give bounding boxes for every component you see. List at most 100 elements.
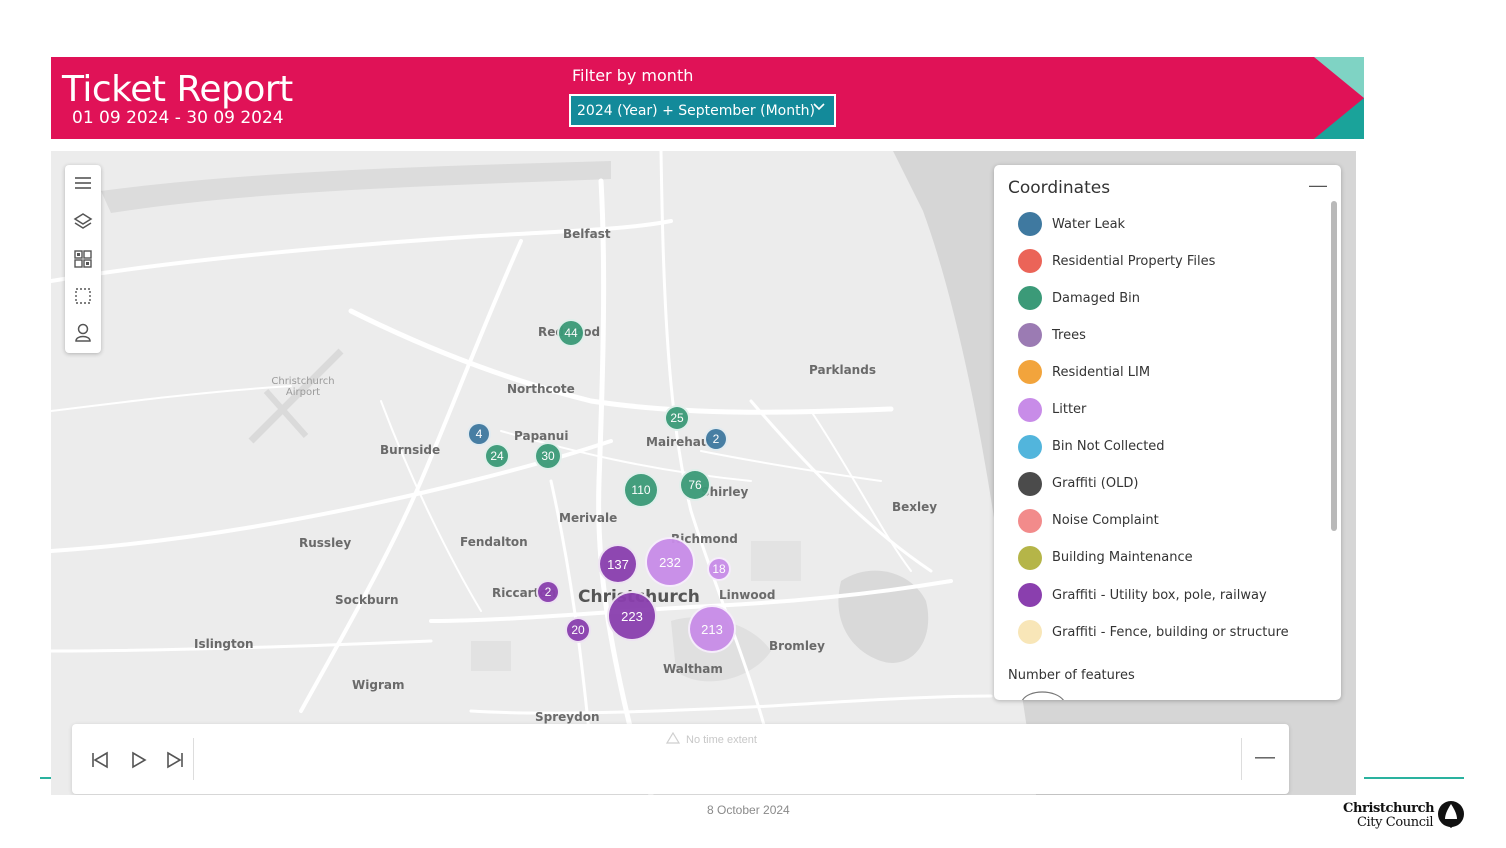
footer-rule-right [1364,777,1464,779]
minimize-icon[interactable]: — [1255,746,1275,769]
report-header-banner: Ticket Report 01 09 2024 - 30 09 2024 Fi… [51,57,1364,139]
month-filter-dropdown[interactable]: 2024 (Year) + September (Month) [569,94,836,127]
legend-panel: Coordinates — Water Leak Residential Prop… [994,165,1341,700]
select-rectangle-icon[interactable] [71,284,95,308]
time-extent-status: No time extent [665,731,757,747]
place-label: Burnside [380,443,441,457]
place-label: Islington [194,637,254,651]
place-label: Merivale [559,511,618,525]
place-label: Russley [299,536,352,550]
legend-item: Building Maintenance [1018,545,1193,571]
minimize-icon[interactable]: — [1309,175,1327,196]
cluster-marker[interactable]: 25 [664,405,690,431]
place-label: Parklands [809,363,876,377]
cluster-marker[interactable]: 110 [623,472,659,508]
banner-accent-dark [1314,98,1364,139]
play-icon[interactable] [124,746,152,774]
filter-label: Filter by month [572,66,694,85]
legend-item: Graffiti - Utility box, pole, railway [1018,582,1267,608]
legend-item: Litter [1018,397,1086,423]
legend-item: Damaged Bin [1018,285,1140,311]
legend-label: Noise Complaint [1052,513,1159,529]
council-logo: Christchurch City Council [1343,800,1468,834]
footer-rule-left [40,777,51,779]
divider [1241,738,1242,780]
time-slider: No time extent — [72,724,1289,794]
cluster-marker[interactable]: 24 [484,443,510,469]
divider [193,738,194,780]
council-emblem-icon [1438,801,1464,828]
map-toolbar [65,165,101,353]
place-label: Waltham [663,662,723,676]
place-label: Mairehau [646,435,710,449]
place-label: Spreydon [535,710,600,724]
legend-item: Graffiti - Fence, building or structure [1018,619,1289,645]
layers-icon[interactable] [71,209,95,233]
cluster-marker[interactable]: 2 [536,580,560,604]
cluster-marker[interactable]: 2 [704,427,728,451]
legend-swatch [1018,434,1042,459]
legend-label: Residential LIM [1052,364,1151,380]
basemap-gallery-icon[interactable] [71,247,95,271]
cluster-marker[interactable]: 76 [679,469,711,501]
legend-label: Litter [1052,402,1087,417]
place-label: Sockburn [335,593,399,607]
user-icon[interactable] [71,321,95,345]
legend-label: Bin Not Collected [1052,439,1165,455]
cluster-marker[interactable]: 44 [557,319,585,347]
skip-back-icon[interactable] [86,746,114,774]
month-filter-value: 2024 (Year) + September (Month) [577,103,815,119]
cluster-marker[interactable]: 30 [534,442,562,470]
chevron-down-icon [812,100,826,118]
legend-swatch [1018,212,1042,236]
cluster-marker[interactable]: 223 [607,591,657,641]
place-label: Bromley [769,639,825,653]
legend-swatch [1018,620,1042,645]
report-date-range: 01 09 2024 - 30 09 2024 [72,108,284,128]
place-label-airport: Christchurch Airport [271,376,335,398]
legend-label: Building Maintenance [1052,550,1193,566]
legend-swatch [1018,508,1042,533]
place-label: Wigram [352,678,405,692]
legend-label: Graffiti (OLD) [1052,476,1139,492]
legend-item: Residential Property Files [1018,248,1215,274]
legend-item: Trees [1018,322,1086,348]
legend-label: Graffiti - Utility box, pole, railway [1052,587,1267,603]
legend-swatch [1018,397,1042,422]
report-title: Ticket Report [62,69,293,110]
legend-item: Noise Complaint [1018,508,1159,534]
cluster-marker[interactable]: 137 [598,544,638,584]
legend-label: Trees [1052,327,1086,343]
legend-swatch [1018,249,1042,274]
warning-icon [665,731,681,747]
skip-forward-icon[interactable] [161,746,189,774]
legend-item: Graffiti (OLD) [1018,471,1138,497]
cluster-marker[interactable]: 213 [688,605,736,653]
place-label: Linwood [719,588,776,602]
legend-features-label: Number of features [1008,668,1135,683]
place-label: Fendalton [460,535,528,549]
feature-size-symbol [1022,691,1064,700]
footer-date: 8 October 2024 [707,803,790,817]
legend-title: Coordinates [1008,178,1111,198]
legend-swatch [1018,545,1042,570]
legend-label: Damaged Bin [1052,290,1141,306]
banner-accent-light [1314,57,1364,98]
org-name-line2: City Council [1357,815,1434,830]
legend-scrollbar[interactable] [1331,201,1337,531]
legend-swatch [1018,360,1042,385]
legend-item: Residential LIM [1018,359,1150,385]
cluster-marker[interactable]: 18 [707,557,731,581]
cluster-marker[interactable]: 20 [565,617,591,643]
place-label: Papanui [514,429,569,443]
legend-swatch [1018,323,1042,348]
legend-item: Bin Not Collected [1018,434,1165,460]
place-label: Northcote [507,382,575,396]
map-view[interactable]: Belfast Redwood Northcote Parklands Papa… [51,151,1356,795]
menu-icon[interactable] [71,171,95,195]
cluster-marker[interactable]: 232 [645,537,695,587]
org-name-line1: Christchurch [1343,801,1435,816]
legend-swatch [1018,471,1042,496]
legend-label: Graffiti - Fence, building or structure [1052,624,1289,640]
cluster-marker[interactable]: 4 [467,422,491,446]
